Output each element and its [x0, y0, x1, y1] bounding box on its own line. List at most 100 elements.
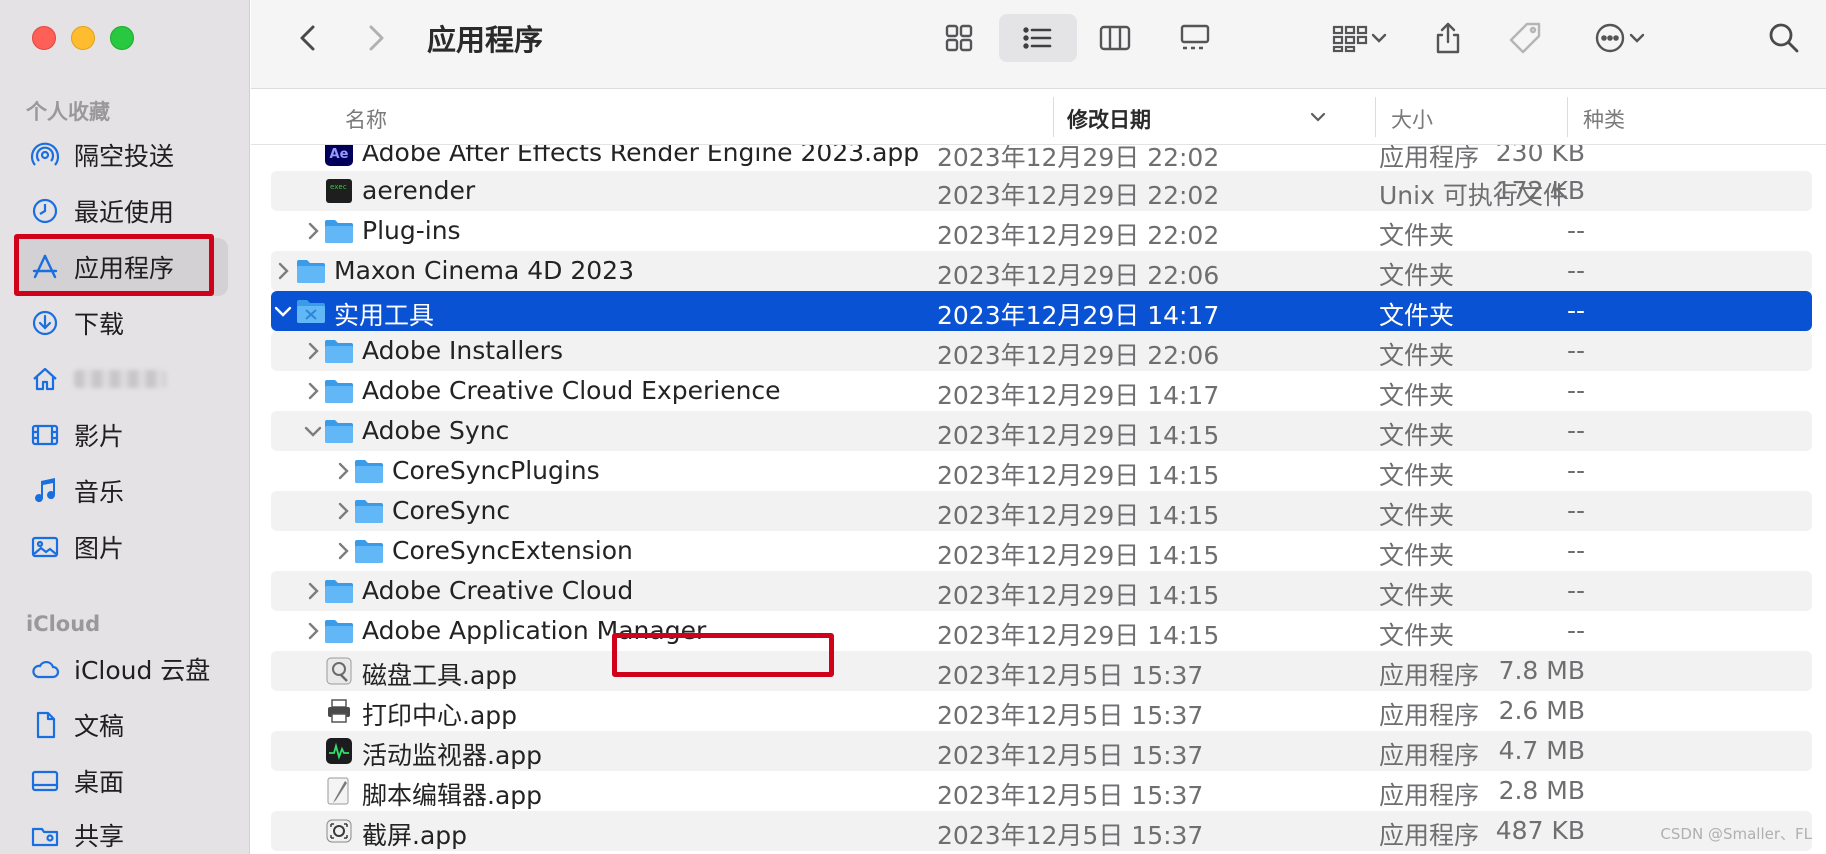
share-button[interactable] — [1423, 14, 1473, 62]
disclosure-chevron-right-icon[interactable] — [273, 259, 293, 283]
column-header-date[interactable]: 修改日期 — [1067, 104, 1151, 134]
file-name: 活动监视器.app — [362, 741, 543, 770]
share-icon — [1436, 22, 1460, 54]
tags-button[interactable] — [1499, 14, 1551, 62]
file-kind: 文件夹 — [1379, 501, 1455, 530]
sidebar-item-label: 共享 — [74, 822, 125, 851]
file-row[interactable]: 打印中心.app 2023年12月5日 15:37 2.6 MB 应用程序 — [271, 691, 1812, 731]
disclosure-chevron-right-icon[interactable] — [303, 339, 323, 363]
sidebar-item-applications[interactable]: 应用程序 — [14, 238, 228, 296]
file-kind: 应用程序 — [1379, 781, 1480, 810]
sidebar-section-icloud: iCloud — [26, 612, 101, 636]
file-date: 2023年12月29日 22:02 — [937, 145, 1220, 172]
group-by-button[interactable] — [1321, 14, 1397, 62]
file-row-selected[interactable]: 实用工具 2023年12月29日 14:17 -- 文件夹 — [271, 291, 1812, 331]
sidebar-item-desktop[interactable]: 桌面 — [14, 752, 228, 810]
music-icon — [28, 474, 62, 508]
column-header-size[interactable]: 大小 — [1391, 104, 1433, 134]
disclosure-chevron-right-icon[interactable] — [303, 379, 323, 403]
sidebar-item-label: iCloud 云盘 — [74, 656, 211, 685]
close-window-button[interactable] — [32, 26, 56, 50]
file-row[interactable]: Adobe Creative Cloud Experience 2023年12月… — [271, 371, 1812, 411]
disclosure-chevron-right-icon[interactable] — [303, 219, 323, 243]
sidebar-item-music[interactable]: 音乐 — [14, 462, 228, 520]
folder-icon — [325, 340, 353, 363]
sidebar-item-documents[interactable]: 文稿 — [14, 696, 228, 754]
home-icon — [28, 362, 62, 396]
file-name: Maxon Cinema 4D 2023 — [334, 256, 634, 285]
file-size: -- — [1566, 496, 1585, 525]
view-columns-button[interactable] — [1087, 14, 1143, 62]
sidebar-item-movies[interactable]: 影片 — [14, 406, 228, 464]
sidebar-item-downloads[interactable]: 下载 — [14, 294, 228, 352]
sidebar-item-shared[interactable]: 共享 — [14, 806, 228, 854]
folder-icon — [325, 620, 353, 643]
column-divider[interactable] — [1567, 97, 1568, 137]
disclosure-chevron-right-icon[interactable] — [333, 499, 353, 523]
column-header-name[interactable]: 名称 — [345, 104, 387, 134]
file-row[interactable]: 截屏.app 2023年12月5日 15:37 487 KB 应用程序 — [271, 811, 1812, 851]
file-date: 2023年12月29日 22:06 — [937, 261, 1220, 290]
disclosure-chevron-down-icon[interactable] — [273, 299, 293, 323]
file-row[interactable]: Maxon Cinema 4D 2023 2023年12月29日 22:06 -… — [271, 251, 1812, 291]
file-size: -- — [1566, 216, 1585, 245]
sidebar-item-recents[interactable]: 最近使用 — [14, 182, 228, 240]
file-kind: 文件夹 — [1379, 381, 1455, 410]
sidebar-item-label: 下载 — [74, 310, 125, 339]
sidebar-item-home[interactable] — [14, 350, 228, 408]
forward-button[interactable] — [355, 14, 395, 62]
file-size: -- — [1566, 416, 1585, 445]
file-row[interactable]: Adobe Installers 2023年12月29日 22:06 -- 文件… — [271, 331, 1812, 371]
disclosure-chevron-right-icon[interactable] — [303, 579, 323, 603]
file-name: Adobe Installers — [362, 336, 563, 365]
column-divider[interactable] — [1053, 97, 1054, 137]
file-name: CoreSync — [392, 496, 511, 525]
column-header-kind[interactable]: 种类 — [1583, 104, 1625, 134]
file-kind: 应用程序 — [1379, 701, 1480, 730]
file-size: 2.6 MB — [1498, 696, 1585, 725]
file-row[interactable]: exec aerender 2023年12月29日 22:02 172 KB U… — [271, 171, 1812, 211]
file-row[interactable]: Plug-ins 2023年12月29日 22:02 -- 文件夹 — [271, 211, 1812, 251]
disclosure-chevron-right-icon[interactable] — [303, 619, 323, 643]
utilities-folder-icon — [297, 300, 325, 323]
minimize-window-button[interactable] — [71, 26, 95, 50]
file-kind: 文件夹 — [1379, 541, 1455, 570]
file-row[interactable]: CoreSyncPlugins 2023年12月29日 14:15 -- 文件夹 — [271, 451, 1812, 491]
file-row[interactable]: Adobe Application Manager 2023年12月29日 14… — [271, 611, 1812, 651]
more-actions-button[interactable] — [1581, 14, 1657, 62]
disclosure-chevron-down-icon[interactable] — [303, 419, 323, 443]
file-row-coresync[interactable]: CoreSync 2023年12月29日 14:15 -- 文件夹 — [271, 491, 1812, 531]
back-button[interactable] — [289, 14, 329, 62]
file-row[interactable]: Ae Adobe After Effects Render Engine 202… — [271, 145, 1812, 173]
sidebar-section-favorites: 个人收藏 — [26, 100, 110, 124]
file-date: 2023年12月29日 22:02 — [937, 221, 1220, 250]
sidebar-item-pictures[interactable]: 图片 — [14, 518, 228, 576]
file-size: -- — [1566, 256, 1585, 285]
view-list-button[interactable] — [999, 14, 1077, 62]
disclosure-chevron-right-icon[interactable] — [333, 459, 353, 483]
search-button[interactable] — [1759, 14, 1809, 62]
zoom-window-button[interactable] — [110, 26, 134, 50]
file-row[interactable]: 活动监视器.app 2023年12月5日 15:37 4.7 MB 应用程序 — [271, 731, 1812, 771]
sidebar-item-label: 应用程序 — [74, 254, 175, 283]
sidebar-item-airdrop[interactable]: 隔空投送 — [14, 126, 228, 184]
disclosure-chevron-right-icon[interactable] — [333, 539, 353, 563]
folder-icon — [325, 380, 353, 403]
file-size: 487 KB — [1495, 816, 1585, 845]
film-icon — [28, 418, 62, 452]
file-row[interactable]: 脚本编辑器.app 2023年12月5日 15:37 2.8 MB 应用程序 — [271, 771, 1812, 811]
file-kind: 应用程序 — [1379, 145, 1480, 172]
view-icons-button[interactable] — [931, 14, 987, 62]
file-row[interactable]: CoreSyncExtension 2023年12月29日 14:15 -- 文… — [271, 531, 1812, 571]
file-date: 2023年12月29日 22:06 — [937, 341, 1220, 370]
sidebar-item-icloud-drive[interactable]: iCloud 云盘 — [14, 640, 228, 698]
file-row[interactable]: 磁盘工具.app 2023年12月5日 15:37 7.8 MB 应用程序 — [271, 651, 1812, 691]
folder-icon — [355, 540, 383, 563]
file-row[interactable]: Adobe Sync 2023年12月29日 14:15 -- 文件夹 — [271, 411, 1812, 451]
view-gallery-button[interactable] — [1167, 14, 1223, 62]
file-kind: 文件夹 — [1379, 221, 1455, 250]
file-name: 截屏.app — [362, 821, 468, 850]
column-divider[interactable] — [1375, 97, 1376, 137]
activity-monitor-icon — [326, 738, 352, 764]
file-row[interactable]: Adobe Creative Cloud 2023年12月29日 14:15 -… — [271, 571, 1812, 611]
